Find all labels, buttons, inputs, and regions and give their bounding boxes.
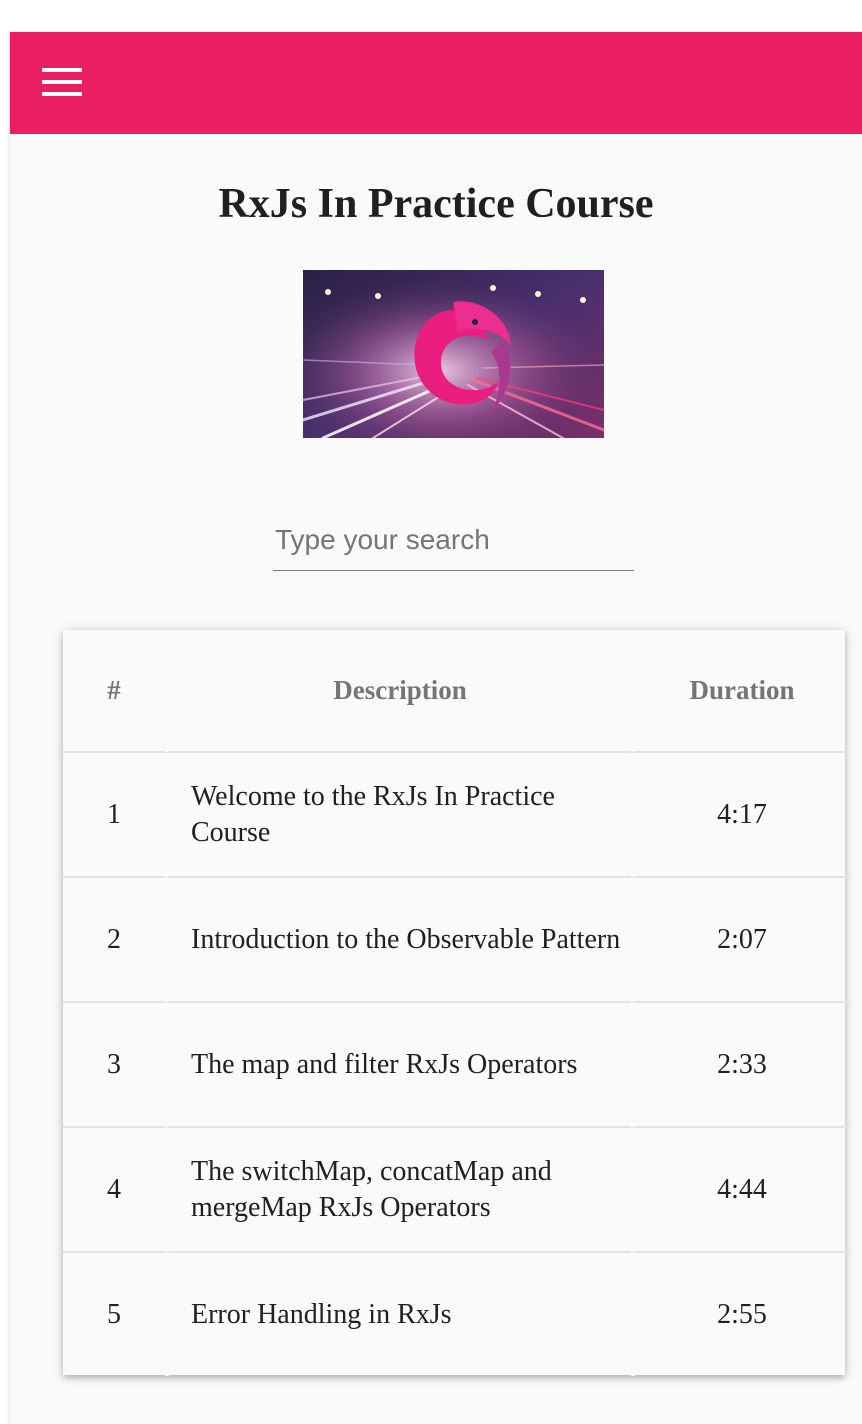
- page-title: RxJs In Practice Course: [218, 181, 654, 227]
- lesson-duration: 2:07: [631, 878, 849, 1003]
- lesson-duration: 4:17: [631, 753, 849, 878]
- table-row[interactable]: 2 Introduction to the Observable Pattern…: [63, 878, 849, 1003]
- column-header-number: #: [63, 630, 165, 753]
- lesson-description: The switchMap, concatMap and mergeMap Rx…: [165, 1128, 631, 1253]
- table-row[interactable]: 1 Welcome to the RxJs In Practice Course…: [63, 753, 849, 878]
- lesson-number: 3: [63, 1003, 165, 1128]
- toolbar: [10, 32, 862, 134]
- lesson-description: Error Handling in RxJs: [165, 1253, 631, 1376]
- menu-icon: [42, 68, 82, 96]
- lessons-card: # Description Duration 1 Welcome to the …: [63, 630, 849, 1376]
- lesson-number: 2: [63, 878, 165, 1003]
- lesson-duration: 2:33: [631, 1003, 849, 1128]
- course-image: [303, 270, 604, 438]
- app-window: RxJs In Practice Course Type your search…: [10, 32, 862, 1424]
- lesson-description: The map and filter RxJs Operators: [165, 1003, 631, 1128]
- search-field: [273, 520, 636, 571]
- table-row[interactable]: 3 The map and filter RxJs Operators 2:33: [63, 1003, 849, 1128]
- table-header-row: # Description Duration: [63, 630, 849, 753]
- column-header-duration: Duration: [631, 630, 849, 753]
- column-header-description: Description: [165, 630, 631, 753]
- lesson-duration: 2:55: [631, 1253, 849, 1376]
- lesson-description: Introduction to the Observable Pattern: [165, 878, 631, 1003]
- table-row[interactable]: 4 The switchMap, concatMap and mergeMap …: [63, 1128, 849, 1253]
- menu-button[interactable]: [42, 68, 82, 96]
- lesson-number: 1: [63, 753, 165, 878]
- lessons-table: # Description Duration 1 Welcome to the …: [63, 630, 849, 1376]
- lesson-number: 4: [63, 1128, 165, 1253]
- search-input[interactable]: [273, 520, 636, 560]
- lesson-duration: 4:44: [631, 1128, 849, 1253]
- table-row[interactable]: 5 Error Handling in RxJs 2:55: [63, 1253, 849, 1376]
- lesson-number: 5: [107, 1298, 121, 1330]
- lesson-description: Welcome to the RxJs In Practice Course: [165, 753, 631, 878]
